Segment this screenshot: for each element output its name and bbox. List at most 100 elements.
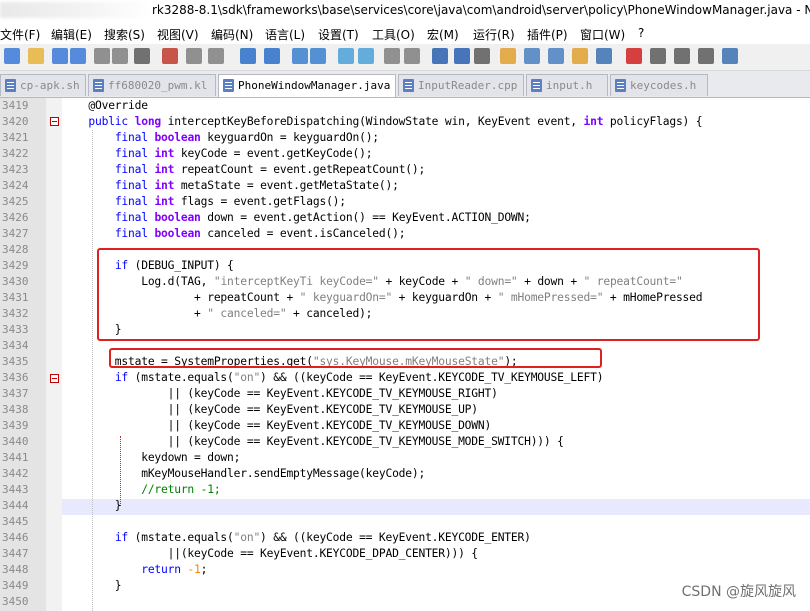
- sync-h-icon[interactable]: [404, 48, 420, 64]
- menu-run[interactable]: 运行(R): [473, 26, 515, 43]
- code-line: 3437 || (keyCode == KeyEvent.KEYCODE_TV_…: [0, 386, 810, 402]
- line-number: 3419: [2, 99, 29, 112]
- menu-window[interactable]: 窗口(W): [580, 26, 625, 43]
- menu-file[interactable]: 文件(F): [0, 26, 40, 43]
- menu-tools[interactable]: 工具(O): [372, 26, 415, 43]
- save-icon[interactable]: [52, 48, 68, 64]
- menu-edit[interactable]: 编辑(E): [51, 26, 92, 43]
- fold-toggle-if[interactable]: [50, 374, 59, 383]
- menu-search[interactable]: 搜索(S): [104, 26, 145, 43]
- menu-settings[interactable]: 设置(T): [318, 26, 359, 43]
- code-text: || (keyCode == KeyEvent.KEYCODE_TV_KEYMO…: [62, 387, 498, 400]
- zoom-out-icon[interactable]: [358, 48, 374, 64]
- line-number: 3427: [2, 227, 29, 240]
- code-text: }: [62, 499, 122, 512]
- line-number: 3448: [2, 563, 29, 576]
- fold-toggle-method[interactable]: [50, 117, 59, 126]
- line-number: 3430: [2, 275, 29, 288]
- line-number: 3432: [2, 307, 29, 320]
- open-file-icon[interactable]: [28, 48, 44, 64]
- save-all-icon[interactable]: [70, 48, 86, 64]
- monitor-icon[interactable]: [596, 48, 612, 64]
- line-number: 3446: [2, 531, 29, 544]
- code-text: final boolean canceled = event.isCancele…: [114, 227, 406, 240]
- code-line: 3422 final int keyCode = event.getKeyCod…: [0, 146, 810, 162]
- save-macro-icon[interactable]: [722, 48, 738, 64]
- tab-cp-apk[interactable]: cp-apk.sh: [0, 74, 86, 96]
- line-number: 3444: [2, 499, 29, 512]
- tab-label: cp-apk.sh: [20, 79, 80, 92]
- code-line: 3447 ||(keyCode == KeyEvent.KEYCODE_DPAD…: [0, 546, 810, 562]
- watermark: CSDN @旋风旋风: [681, 584, 796, 600]
- function-list-icon[interactable]: [548, 48, 564, 64]
- find-icon[interactable]: [292, 48, 308, 64]
- tab-bar: cp-apk.sh ff680020_pwm.kl PhoneWindowMan…: [0, 71, 810, 98]
- tab-label: PhoneWindowManager.java: [238, 79, 391, 92]
- menu-plugins[interactable]: 插件(P): [527, 26, 568, 43]
- code-text: || (keyCode == KeyEvent.KEYCODE_TV_KEYMO…: [62, 435, 564, 448]
- menu-macro[interactable]: 宏(M): [427, 26, 459, 43]
- tab-label: ff680020_pwm.kl: [108, 79, 208, 92]
- line-number: 3439: [2, 419, 29, 432]
- line-number: 3437: [2, 387, 29, 400]
- code-text: ||(keyCode == KeyEvent.KEYCODE_DPAD_CENT…: [62, 547, 478, 560]
- menu-help[interactable]: ?: [638, 26, 644, 40]
- print-icon[interactable]: [134, 48, 150, 64]
- code-text: final boolean keyguardOn = keyguardOn();: [114, 131, 379, 144]
- code-text: @Override: [62, 99, 148, 112]
- tab-input-h[interactable]: input.h: [526, 74, 608, 96]
- code-line: 3444 }: [0, 498, 810, 514]
- code-line: 3443 //return -1;: [0, 482, 810, 498]
- tab-inputreader[interactable]: InputReader.cpp: [398, 74, 524, 96]
- file-icon: [531, 79, 542, 92]
- menu-bar: 文件(F) 编辑(E) 搜索(S) 视图(V) 编码(N) 语言(L) 设置(T…: [0, 22, 810, 44]
- cut-icon[interactable]: [162, 48, 178, 64]
- menu-language[interactable]: 语言(L): [265, 26, 305, 43]
- line-number: 3424: [2, 179, 29, 192]
- zoom-in-icon[interactable]: [338, 48, 354, 64]
- line-number: 3450: [2, 595, 29, 608]
- code-text: || (keyCode == KeyEvent.KEYCODE_TV_KEYMO…: [62, 403, 478, 416]
- copy-icon[interactable]: [186, 48, 202, 64]
- sync-v-icon[interactable]: [384, 48, 400, 64]
- highlight-box-debug-block: [97, 248, 760, 341]
- toolbar: [0, 44, 810, 71]
- undo-icon[interactable]: [240, 48, 256, 64]
- record-macro-icon[interactable]: [626, 48, 642, 64]
- doc-map-icon[interactable]: [524, 48, 540, 64]
- new-file-icon[interactable]: [4, 48, 20, 64]
- folder-workspace-icon[interactable]: [572, 48, 588, 64]
- tab-phonewindowmanager[interactable]: PhoneWindowManager.java: [218, 74, 396, 97]
- menu-view[interactable]: 视图(V): [157, 26, 199, 43]
- line-number: 3434: [2, 339, 29, 352]
- code-editor[interactable]: 3419 @Override 3420 public long intercept…: [0, 98, 810, 611]
- play-macro-icon[interactable]: [674, 48, 690, 64]
- code-text: final int flags = event.getFlags();: [114, 195, 346, 208]
- code-text: //return -1;: [62, 483, 221, 496]
- run-macro-multiple-icon[interactable]: [698, 48, 714, 64]
- redo-icon[interactable]: [264, 48, 280, 64]
- code-line: 3441 keydown = down;: [0, 450, 810, 466]
- line-number: 3423: [2, 163, 29, 176]
- show-all-chars-icon[interactable]: [454, 48, 470, 64]
- code-line: 3424 final int metaState = event.getMeta…: [0, 178, 810, 194]
- close-icon[interactable]: [94, 48, 110, 64]
- menu-encoding[interactable]: 编码(N): [211, 26, 253, 43]
- line-number: 3435: [2, 355, 29, 368]
- user-lang-icon[interactable]: [500, 48, 516, 64]
- line-number: 3422: [2, 147, 29, 160]
- code-line: 3438 || (keyCode == KeyEvent.KEYCODE_TV_…: [0, 402, 810, 418]
- code-line: 3419 @Override: [0, 98, 810, 114]
- line-number: 3429: [2, 259, 29, 272]
- replace-icon[interactable]: [310, 48, 326, 64]
- stop-macro-icon[interactable]: [650, 48, 666, 64]
- code-text: if (mstate.equals("on") && ((keyCode == …: [114, 531, 531, 544]
- tab-ff680020-pwm[interactable]: ff680020_pwm.kl: [88, 74, 216, 96]
- code-line: 3425 final int flags = event.getFlags();: [0, 194, 810, 210]
- word-wrap-icon[interactable]: [432, 48, 448, 64]
- paste-icon[interactable]: [208, 48, 224, 64]
- close-all-icon[interactable]: [112, 48, 128, 64]
- indent-guide-icon[interactable]: [474, 48, 490, 64]
- tab-keycodes-h[interactable]: keycodes.h: [610, 74, 708, 96]
- line-number: 3447: [2, 547, 29, 560]
